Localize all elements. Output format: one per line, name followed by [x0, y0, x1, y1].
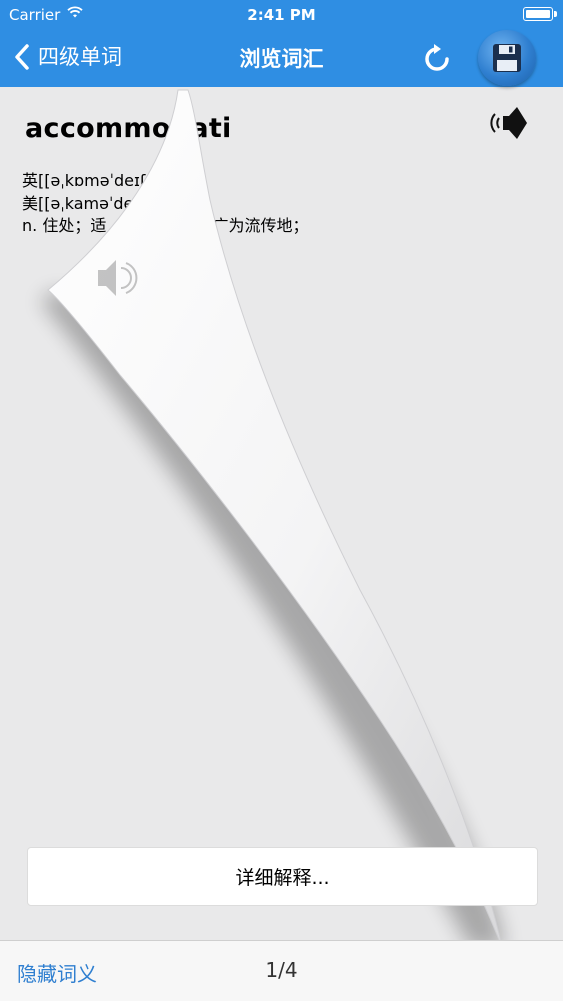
bottom-toolbar: 隐藏词义 1/4	[0, 940, 563, 1001]
save-button[interactable]	[478, 30, 536, 86]
refresh-icon[interactable]	[420, 42, 454, 76]
battery-icon	[523, 7, 557, 21]
us-label: 美	[22, 194, 39, 213]
us-pronunciation: 美[[əˌkaməˈdeɪʃ	[22, 193, 145, 215]
speaker-icon[interactable]	[487, 101, 531, 145]
page-indicator: 1/4	[265, 958, 298, 982]
uk-pronunciation: 英[[əˌkɒməˈdeɪʃn	[22, 170, 155, 192]
word-title: accommodati	[25, 113, 232, 144]
navigation-bar: 四级单词 浏览词汇	[0, 30, 563, 87]
detail-explanation-button[interactable]: 详细解释...	[27, 847, 538, 906]
meaning-part-b: 广为流传地；	[212, 216, 309, 235]
status-time: 2:41 PM	[247, 6, 316, 24]
floppy-disk-icon	[493, 44, 521, 72]
uk-phonetic: [[əˌkɒməˈdeɪʃn	[38, 171, 156, 190]
meaning-part-a: n. 住处；适	[22, 216, 107, 235]
word-meaning: n. 住处；适 广为流传地；	[22, 215, 309, 237]
status-bar: Carrier 2:41 PM	[0, 0, 563, 30]
us-phonetic: [[əˌkaməˈdeɪʃ	[38, 194, 145, 213]
uk-label: 英	[22, 171, 39, 190]
